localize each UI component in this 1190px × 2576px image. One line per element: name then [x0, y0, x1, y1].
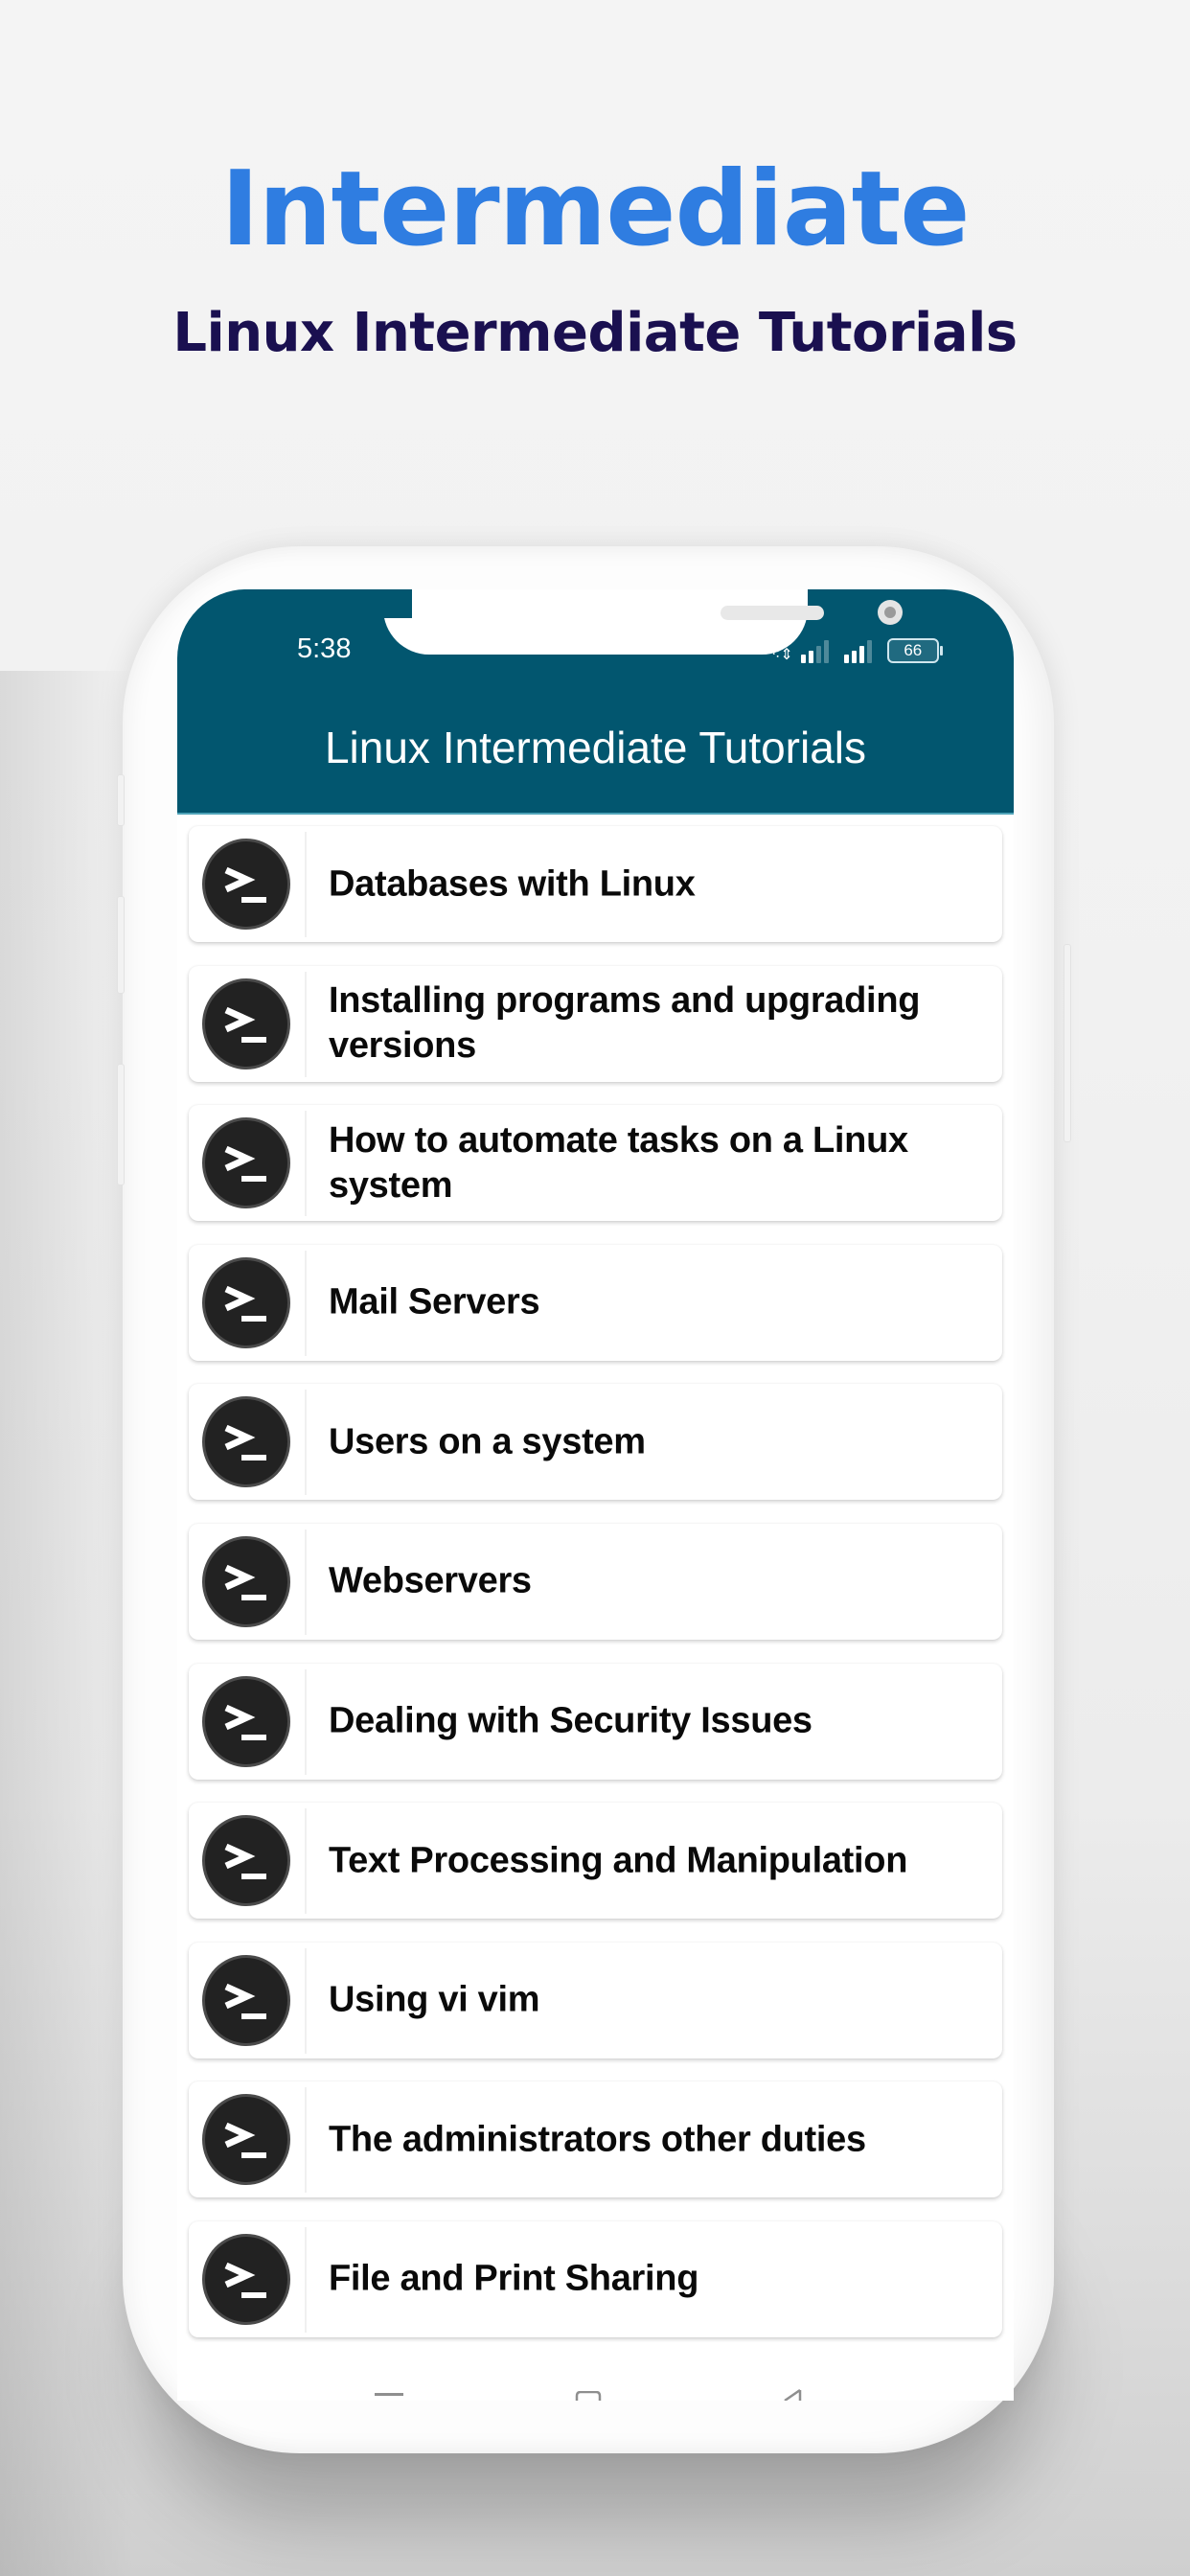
- terminal-icon: [202, 1256, 290, 1348]
- terminal-icon: [202, 1815, 290, 1907]
- status-icons: ⁖⇕ 66: [771, 634, 943, 663]
- power-button: [1064, 944, 1071, 1142]
- tutorial-title: How to automate tasks on a Linux system: [329, 1119, 908, 1206]
- signal-icon: [843, 640, 872, 663]
- tutorial-list-item[interactable]: Installing programs and upgrading versio…: [189, 965, 1002, 1082]
- front-camera: [878, 600, 903, 625]
- speaker-grille: [721, 606, 824, 620]
- terminal-icon: [202, 1117, 290, 1209]
- terminal-icon: [202, 978, 290, 1070]
- recents-icon[interactable]: [375, 2393, 405, 2401]
- terminal-icon: [202, 1954, 290, 2046]
- terminal-icon: [202, 839, 290, 930]
- item-divider: [305, 2087, 307, 2194]
- terminal-icon: [202, 2094, 290, 2186]
- back-icon[interactable]: [781, 2389, 806, 2401]
- tutorial-list-item[interactable]: The administrators other duties: [189, 2082, 1002, 2198]
- promo-headline: Intermediate: [220, 150, 970, 269]
- data-arrows-icon: ⁖⇕: [771, 647, 793, 663]
- item-divider: [305, 1250, 307, 1356]
- app-bar: 5:38 ⁖⇕ 66 Linux Intermediate Tutorials: [177, 589, 1014, 815]
- home-icon[interactable]: [575, 2391, 606, 2401]
- item-divider: [305, 1808, 307, 1915]
- tutorial-title: Dealing with Security Issues: [329, 1700, 812, 1741]
- status-time: 5:38: [297, 633, 352, 664]
- item-divider: [305, 1390, 307, 1496]
- tutorial-title: Databases with Linux: [329, 863, 696, 904]
- tutorial-list-item[interactable]: Mail Servers: [189, 1244, 1002, 1361]
- terminal-icon: [202, 1675, 290, 1767]
- tutorial-title: Using vi vim: [329, 1979, 540, 2020]
- terminal-icon: [202, 2233, 290, 2325]
- tutorial-title: Webservers: [329, 1560, 532, 1601]
- tutorial-title: Installing programs and upgrading versio…: [329, 980, 921, 1067]
- tutorial-list-item[interactable]: Webservers: [189, 1523, 1002, 1640]
- item-divider: [305, 1947, 307, 2054]
- tutorial-list-item[interactable]: Users on a system: [189, 1384, 1002, 1501]
- background-shade: [0, 671, 134, 2576]
- terminal-icon: [202, 1535, 290, 1627]
- tutorial-title: Text Processing and Manipulation: [329, 1840, 908, 1881]
- battery-icon: 66: [886, 638, 943, 663]
- volume-down-button: [117, 896, 125, 994]
- tutorial-list-item[interactable]: File and Print Sharing: [189, 2220, 1002, 2337]
- phone-screen: 5:38 ⁖⇕ 66 Linux Intermediate Tutorials …: [177, 589, 1014, 2401]
- app-title: Linux Intermediate Tutorials: [324, 723, 867, 772]
- tutorial-title: The administrators other duties: [329, 2119, 866, 2160]
- volume-up-button: [117, 774, 125, 826]
- tutorial-list-item[interactable]: How to automate tasks on a Linux system: [189, 1105, 1002, 1222]
- notch: [383, 589, 903, 655]
- tutorial-list-item[interactable]: Databases with Linux: [189, 826, 1002, 942]
- tutorial-title: Users on a system: [329, 1421, 646, 1462]
- tutorial-list-item[interactable]: Text Processing and Manipulation: [189, 1803, 1002, 1920]
- tutorial-title: File and Print Sharing: [329, 2258, 699, 2299]
- promo-subheadline: Linux Intermediate Tutorials: [172, 302, 1018, 364]
- item-divider: [305, 832, 307, 937]
- item-divider: [305, 971, 307, 1077]
- item-divider: [305, 2226, 307, 2333]
- side-key-button: [117, 1064, 125, 1185]
- item-divider: [305, 1668, 307, 1775]
- terminal-icon: [202, 1396, 290, 1488]
- item-divider: [305, 1529, 307, 1635]
- tutorial-title: Mail Servers: [329, 1281, 540, 1322]
- tutorial-list: Databases with Linux Installing programs…: [189, 826, 1002, 2361]
- tutorial-list-item[interactable]: Using vi vim: [189, 1942, 1002, 2058]
- signal-icon: [800, 640, 829, 663]
- tutorial-list-item[interactable]: Dealing with Security Issues: [189, 1663, 1002, 1780]
- item-divider: [305, 1111, 307, 1217]
